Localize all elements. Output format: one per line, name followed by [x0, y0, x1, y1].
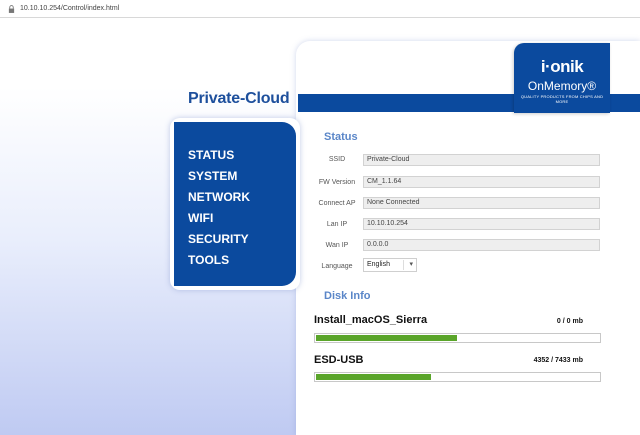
disk-progress-1	[314, 333, 601, 343]
url-text[interactable]: 10.10.10.254/Control/index.html	[20, 0, 119, 18]
info-icon[interactable]	[8, 5, 15, 13]
address-bar[interactable]: 10.10.10.254/Control/index.html	[0, 0, 640, 18]
disk-progress-2	[314, 372, 601, 382]
ssid-label: SSID	[328, 156, 346, 163]
connect-ap-label: Connect AP	[318, 200, 356, 207]
logo-brand: i·onik	[540, 57, 584, 76]
nav-item-status[interactable]: STATUS	[188, 148, 234, 162]
select-divider	[403, 260, 404, 270]
nav-item-tools[interactable]: TOOLS	[188, 253, 229, 267]
disk-progress-fill-2	[316, 374, 431, 380]
fw-version-label: FW Version	[318, 179, 356, 186]
nav-item-security[interactable]: SECURITY	[188, 232, 249, 246]
logo-product: OnMemory®	[527, 79, 597, 93]
nav-item-network[interactable]: NETWORK	[188, 190, 250, 204]
fw-version-value: CM_1.1.64	[363, 176, 600, 188]
lan-ip-value: 10.10.10.254	[363, 218, 600, 230]
disk-usage-2: 4352 / 7433 mb	[533, 357, 583, 364]
nav-item-system[interactable]: SYSTEM	[188, 169, 237, 183]
ssid-value: Private-Cloud	[363, 154, 600, 166]
wan-ip-value: 0.0.0.0	[363, 239, 600, 251]
disk-section-title: Disk Info	[324, 290, 371, 302]
disk-usage-1: 0 / 0 mb	[556, 318, 583, 325]
brand-logo: i·onik OnMemory® QUALITY PRODUCTS FROM C…	[514, 43, 610, 113]
language-selected: English	[367, 261, 390, 268]
language-label: Language	[321, 263, 353, 270]
wan-ip-label: Wan IP	[325, 242, 349, 249]
language-select[interactable]: English ▾	[363, 258, 417, 272]
lan-ip-label: Lan IP	[326, 221, 348, 228]
nav-item-wifi[interactable]: WIFI	[188, 211, 213, 225]
disk-name-2: ESD-USB	[314, 354, 364, 366]
status-section-title: Status	[324, 131, 358, 143]
chevron-down-icon: ▾	[409, 261, 413, 268]
logo-tagline: QUALITY PRODUCTS FROM CHIPS AND MORE	[520, 94, 604, 104]
disk-name-1: Install_macOS_Sierra	[314, 314, 428, 326]
page-title: Private-Cloud	[188, 90, 290, 107]
disk-progress-fill-1	[316, 335, 457, 341]
connect-ap-value: None Connected	[363, 197, 600, 209]
